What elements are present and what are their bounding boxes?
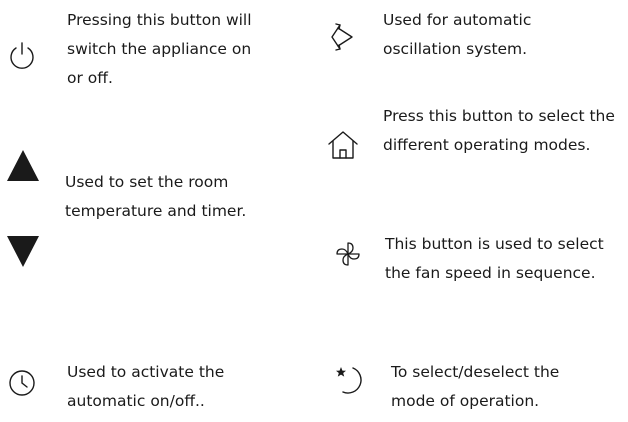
description-line: This button is used to select (385, 235, 604, 253)
description-line: the fan speed in sequence. (385, 264, 596, 282)
description-line: To select/deselect the (391, 363, 560, 381)
description-line: mode of operation. (391, 392, 540, 410)
description-line: temperature and timer. (65, 202, 247, 220)
temperature-description: Used to set the room temperature and tim… (65, 168, 246, 226)
description-line: Pressing this button will (67, 11, 252, 29)
description-line: Used to set the room (65, 173, 229, 191)
mode-description: Press this button to select the differen… (383, 102, 615, 160)
description-line: Used to activate the (67, 363, 225, 381)
description-line: oscillation system. (383, 40, 528, 58)
clock-icon (7, 368, 37, 398)
description-line: Press this button to select the (383, 107, 615, 125)
description-line: automatic on/off.. (67, 392, 205, 410)
fan-description: This button is used to select the fan sp… (385, 230, 604, 288)
description-line: switch the appliance on (67, 40, 252, 58)
oscillation-description: Used for automatic oscillation system. (383, 6, 531, 64)
down-triangle-icon (7, 236, 39, 267)
sleep-icon (334, 365, 368, 397)
description-line: different operating modes. (383, 136, 591, 154)
timer-description: Used to activate the automatic on/off.. (67, 358, 224, 416)
oscillation-icon (329, 20, 355, 54)
power-description: Pressing this button will switch the app… (67, 6, 252, 93)
description-line: or off. (67, 69, 113, 87)
sleep-description: To select/deselect the mode of operation… (391, 358, 559, 416)
fan-icon (333, 239, 363, 269)
home-icon (326, 130, 360, 160)
description-line: Used for automatic (383, 11, 532, 29)
up-triangle-icon (7, 150, 39, 181)
power-icon (7, 40, 37, 70)
